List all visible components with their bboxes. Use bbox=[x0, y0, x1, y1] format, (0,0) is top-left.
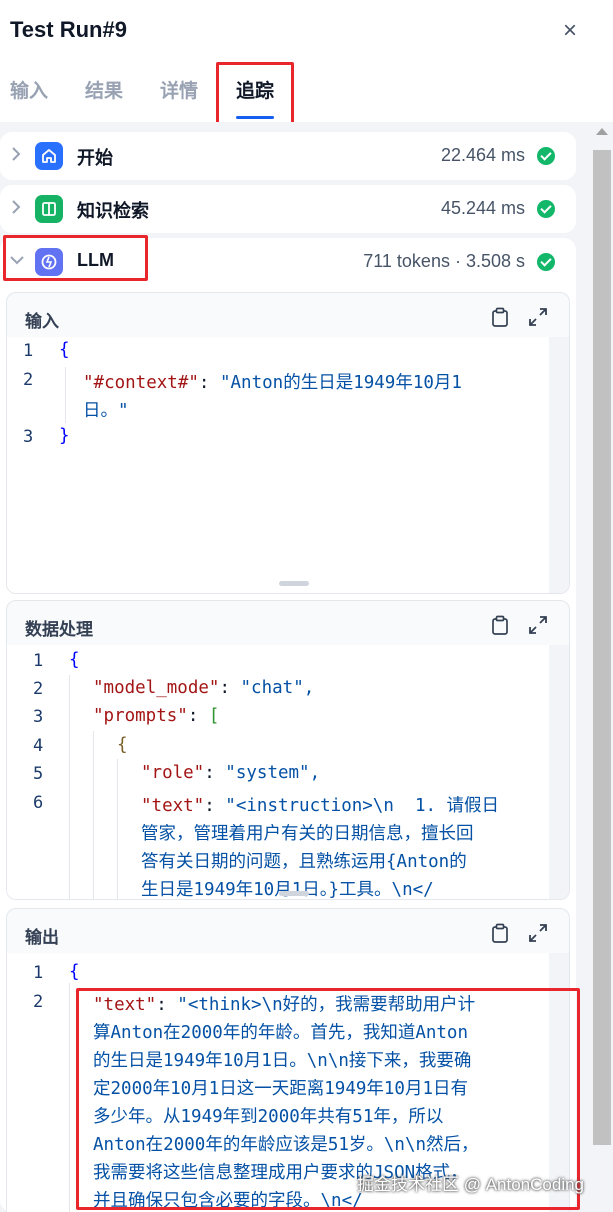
code-line: "model_mode": "chat", bbox=[93, 678, 315, 698]
line-number: 2 bbox=[33, 992, 44, 1012]
code-view: 1 { 2 "#context#": "Anton的生日是1949年10月1 日… bbox=[7, 337, 569, 593]
success-check-icon bbox=[537, 253, 555, 271]
code-line: "role": "system", bbox=[141, 763, 321, 783]
section-title: 输入 bbox=[25, 312, 59, 331]
code-scrollbar[interactable] bbox=[549, 645, 569, 899]
node-duration: 45.244 ms bbox=[440, 198, 525, 218]
clipboard-icon[interactable] bbox=[491, 307, 509, 327]
code-line-wrap: 日。" bbox=[83, 401, 129, 421]
code-line: { bbox=[69, 650, 80, 670]
chevron-right-icon[interactable] bbox=[10, 146, 22, 166]
success-check-icon bbox=[537, 200, 555, 218]
clipboard-icon[interactable] bbox=[491, 615, 509, 635]
line-number: 4 bbox=[33, 736, 44, 756]
node-label: 知识检索 bbox=[77, 201, 149, 221]
code-line: "#context#": "Anton的生日是1949年10月1 bbox=[83, 373, 462, 393]
page-title: Test Run#9 bbox=[10, 17, 127, 42]
trace-node-knowledge-retrieval[interactable]: 知识检索 45.244 ms bbox=[0, 185, 576, 233]
line-number: 3 bbox=[33, 707, 44, 727]
resize-handle[interactable] bbox=[279, 581, 309, 586]
close-icon[interactable]: × bbox=[557, 18, 583, 44]
line-number: 3 bbox=[23, 427, 34, 447]
clipboard-icon[interactable] bbox=[491, 923, 509, 943]
line-number: 1 bbox=[33, 963, 44, 983]
line-number: 2 bbox=[33, 679, 44, 699]
input-section: 输入 1 { 2 "#context#": "Anton的生日是1949年10月… bbox=[6, 292, 570, 594]
resize-handle[interactable] bbox=[279, 891, 309, 896]
node-duration: 22.464 ms bbox=[440, 145, 525, 165]
chevron-right-icon[interactable] bbox=[10, 199, 22, 219]
code-scrollbar[interactable] bbox=[549, 337, 569, 593]
code-view: 1 { 2 "model_mode": "chat", 3 "prompts":… bbox=[7, 645, 569, 899]
watermark: 掘金技术社区 @ AntonCoding bbox=[357, 1175, 585, 1194]
section-title: 输出 bbox=[25, 928, 59, 947]
expand-icon[interactable] bbox=[527, 306, 549, 328]
home-icon bbox=[35, 142, 63, 170]
code-line: { bbox=[59, 340, 70, 360]
line-number: 5 bbox=[33, 764, 44, 784]
scroll-up-arrow-icon[interactable] bbox=[596, 128, 608, 135]
tab-input[interactable]: 输入 bbox=[10, 76, 48, 103]
line-number: 6 bbox=[33, 793, 44, 813]
tab-result[interactable]: 结果 bbox=[85, 76, 123, 103]
node-duration: 711 tokens · 3.508 s bbox=[363, 251, 525, 271]
line-number: 1 bbox=[33, 651, 44, 671]
book-icon bbox=[35, 195, 63, 223]
header: Test Run#9 × bbox=[0, 0, 613, 130]
section-title: 数据处理 bbox=[25, 620, 93, 639]
line-number: 1 bbox=[23, 341, 34, 361]
code-line: "text": "<instruction>\n 1. 请假日 bbox=[141, 796, 500, 816]
expand-icon[interactable] bbox=[527, 614, 549, 636]
code-line-wrap: 答有关日期的问题，且熟练运用{Anton的 bbox=[141, 852, 467, 872]
process-section: 数据处理 1 { 2 "model_mode": "chat", 3 "prom… bbox=[6, 600, 570, 900]
code-line-wrap: 生日是1949年10月1日。}工具。\n</ bbox=[141, 880, 434, 900]
trace-node-start[interactable]: 开始 22.464 ms bbox=[0, 132, 576, 180]
line-number: 2 bbox=[23, 370, 34, 390]
code-line: { bbox=[69, 962, 80, 982]
code-line: } bbox=[59, 426, 70, 446]
annotation-box-llm bbox=[3, 235, 148, 281]
node-label: 开始 bbox=[77, 148, 113, 168]
code-line-wrap: 管家，管理着用户有关的日期信息，擅长回 bbox=[141, 824, 474, 844]
code-line: "prompts": [ bbox=[93, 706, 220, 726]
expand-icon[interactable] bbox=[527, 922, 549, 944]
tab-detail[interactable]: 详情 bbox=[160, 76, 198, 103]
scrollbar-thumb[interactable] bbox=[593, 150, 611, 1145]
code-line: { bbox=[117, 735, 128, 755]
success-check-icon bbox=[537, 147, 555, 165]
